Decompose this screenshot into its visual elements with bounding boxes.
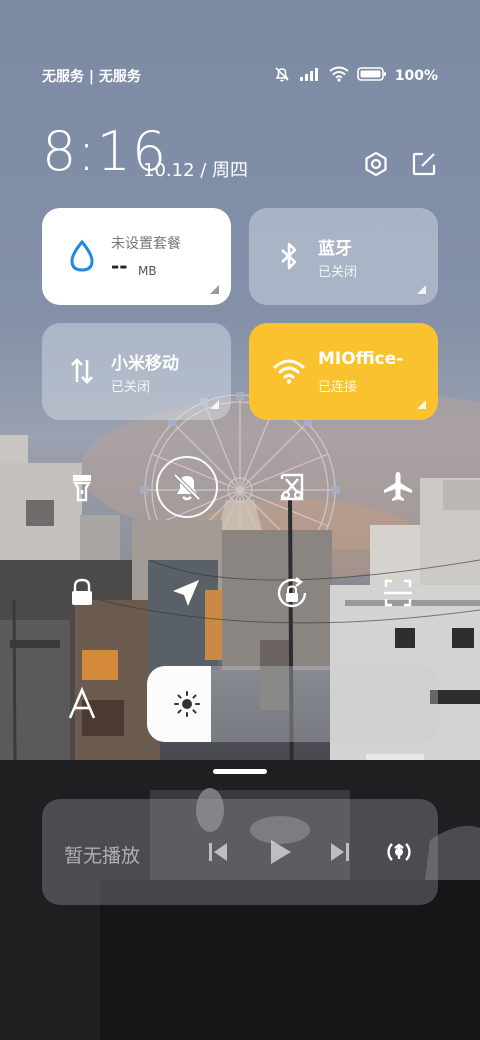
flashlight-icon[interactable] (62, 467, 102, 507)
airplane-icon[interactable] (378, 467, 418, 507)
tile-corner-indicator (210, 400, 219, 409)
signal-icon (299, 66, 321, 86)
data-arrows-icon (64, 353, 100, 389)
location-arrow-icon[interactable] (166, 573, 206, 613)
media-status-label: 暂无播放 (64, 845, 141, 867)
bluetooth-title: 蓝牙 (318, 239, 352, 259)
tile-corner-indicator (417, 400, 426, 409)
mute-toggle[interactable] (156, 456, 218, 518)
battery-percent: 100% (394, 68, 438, 84)
font-a-icon[interactable] (62, 684, 102, 724)
tile-corner-indicator (417, 285, 426, 294)
wifi-status: 已连接 (318, 380, 358, 395)
bell-off-icon (167, 467, 207, 507)
scan-icon[interactable] (378, 573, 418, 613)
data-usage-value: -- (111, 254, 128, 278)
date-label[interactable]: 10.12 / 周四 (143, 156, 248, 182)
wifi-status-icon (329, 66, 349, 86)
bluetooth-status: 已关闭 (318, 265, 358, 280)
edit-icon[interactable] (410, 150, 438, 178)
wifi-tile[interactable]: MIOffice- 已连接 (249, 323, 438, 420)
bluetooth-icon (271, 238, 307, 274)
battery-icon (356, 66, 387, 86)
play-icon[interactable] (264, 836, 296, 868)
media-player: 暂无播放 (42, 799, 438, 905)
brightness-slider[interactable] (147, 666, 438, 742)
data-plan-title: 未设置套餐 (111, 236, 181, 252)
wifi-icon (271, 353, 307, 389)
carrier-label: 无服务 | 无服务 (42, 69, 141, 85)
water-drop-icon (64, 238, 100, 274)
data-usage-tile[interactable]: 未设置套餐 -- MB (42, 208, 231, 305)
tile-corner-indicator (210, 285, 219, 294)
lock-icon[interactable] (62, 573, 102, 613)
settings-hex-icon[interactable] (362, 150, 390, 178)
data-usage-unit: MB (138, 264, 157, 278)
rotate-lock-icon[interactable] (272, 573, 312, 613)
audio-output-icon[interactable] (384, 837, 414, 867)
mobile-data-tile[interactable]: 小米移动 已关闭 (42, 323, 231, 420)
sun-icon (173, 690, 201, 718)
mobile-title: 小米移动 (111, 354, 179, 374)
next-icon[interactable] (326, 838, 354, 866)
scissors-icon[interactable] (272, 467, 312, 507)
bluetooth-tile[interactable]: 蓝牙 已关闭 (249, 208, 438, 305)
status-bar: 无服务 | 无服务 100% (42, 66, 438, 86)
mute-status-icon (273, 65, 291, 87)
previous-icon[interactable] (204, 838, 232, 866)
panel-drag-handle[interactable] (213, 769, 267, 774)
wifi-title: MIOffice- (318, 349, 404, 369)
mobile-status: 已关闭 (111, 380, 151, 395)
status-icons: 100% (273, 65, 438, 87)
